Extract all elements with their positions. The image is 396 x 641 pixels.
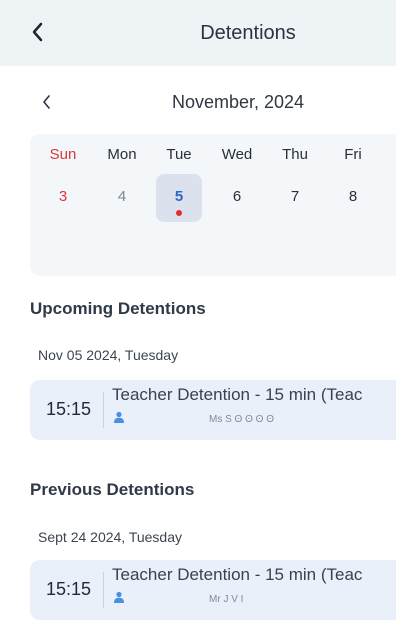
day-5-selected[interactable]: 5: [154, 188, 204, 205]
previous-detention-card[interactable]: 15:15 Teacher Detention - 15 min (Teac M…: [30, 560, 396, 620]
detention-title: Teacher Detention - 15 min (Teac: [112, 385, 363, 404]
weekday-mon: Mon: [107, 146, 137, 163]
weekday-sun: Sun: [49, 146, 77, 163]
event-indicator-dot: [176, 210, 182, 216]
teacher-name-text: Mr J V I: [209, 594, 244, 605]
person-icon: [114, 591, 124, 603]
day-3[interactable]: 3: [38, 188, 88, 205]
calendar-strip: Sun Mon Tue Wed Thu Fri 3 4 5 6 7 8: [30, 134, 396, 276]
page-title: Detentions: [200, 22, 296, 44]
previous-date-label: Sept 24 2024, Tuesday: [38, 529, 182, 545]
teacher-name-text: Ms S ʘ ʘ ʘ ʘ: [209, 414, 275, 425]
detention-title: Teacher Detention - 15 min (Teac: [112, 565, 363, 584]
month-navigation: November, 2024: [0, 86, 396, 118]
weekday-wed: Wed: [221, 146, 253, 163]
day-7[interactable]: 7: [270, 188, 320, 205]
upcoming-detentions-heading: Upcoming Detentions: [30, 299, 206, 318]
weekday-fri: Fri: [344, 146, 362, 163]
person-icon: [114, 411, 124, 423]
weekday-thu: Thu: [282, 146, 308, 163]
day-4[interactable]: 4: [97, 188, 147, 205]
detention-time: 15:15: [46, 399, 92, 419]
upcoming-detention-card[interactable]: 15:15 Teacher Detention - 15 min (Teac M…: [30, 380, 396, 440]
top-app-bar: Detentions: [0, 0, 396, 66]
day-8[interactable]: 8: [328, 188, 378, 205]
previous-detentions-heading: Previous Detentions: [30, 480, 195, 499]
day-6[interactable]: 6: [212, 188, 262, 205]
time-divider: [103, 572, 104, 608]
upcoming-date-label: Nov 05 2024, Tuesday: [38, 347, 179, 363]
time-divider: [103, 392, 104, 428]
weekday-tue: Tue: [166, 146, 192, 163]
month-label: November, 2024: [171, 92, 305, 112]
detention-time: 15:15: [46, 579, 92, 599]
